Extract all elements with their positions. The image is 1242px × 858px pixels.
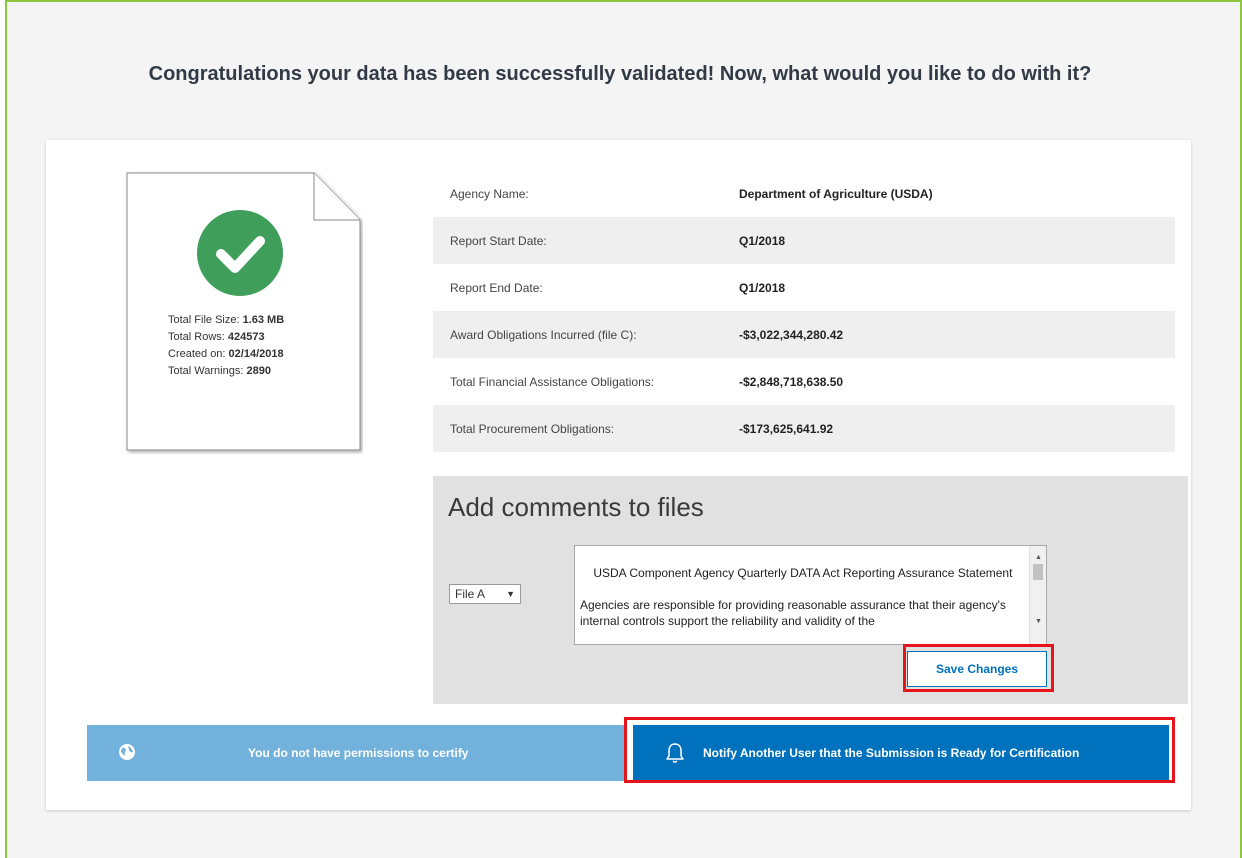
info-value: Q1/2018 (739, 280, 786, 295)
certify-label: You do not have permissions to certify (248, 746, 469, 760)
file-created: Created on: 02/14/2018 (168, 348, 284, 360)
certify-button: You do not have permissions to certify (87, 725, 627, 781)
save-changes-button[interactable]: Save Changes (907, 651, 1047, 687)
info-row-procurement: Total Procurement Obligations: -$173,625… (433, 405, 1175, 452)
comment-scrollbar[interactable]: ▲ ▼ (1029, 546, 1046, 644)
info-label: Report Start Date: (450, 233, 547, 248)
info-value: Department of Agriculture (USDA) (739, 186, 933, 201)
info-label: Total Procurement Obligations: (450, 421, 615, 436)
file-size: Total File Size: 1.63 MB (168, 314, 285, 326)
info-row-financial-assistance: Total Financial Assistance Obligations: … (433, 358, 1175, 405)
submission-info-table: Agency Name: Department of Agriculture (… (433, 170, 1175, 452)
info-value: -$3,022,344,280.42 (739, 327, 844, 342)
info-label: Report End Date: (450, 280, 543, 295)
info-value: Q1/2018 (739, 233, 786, 248)
success-check-icon (197, 210, 283, 296)
file-stats: Total File Size: 1.63 MB Total Rows: 424… (168, 312, 284, 380)
comment-textarea[interactable]: USDA Component Agency Quarterly DATA Act… (574, 545, 1047, 645)
comments-title: Add comments to files (448, 492, 704, 522)
notify-label: Notify Another User that the Submission … (703, 746, 1080, 760)
info-row-agency: Agency Name: Department of Agriculture (… (433, 170, 1175, 217)
scroll-down-icon[interactable]: ▼ (1035, 614, 1042, 630)
file-rows: Total Rows: 424573 (168, 331, 265, 343)
globe-icon (119, 744, 135, 760)
file-select[interactable]: File A ▼ (449, 584, 521, 604)
info-row-start-date: Report Start Date: Q1/2018 (433, 217, 1175, 264)
comment-text: USDA Component Agency Quarterly DATA Act… (580, 566, 1013, 628)
page-title: Congratulations your data has been succe… (148, 63, 1092, 85)
info-row-award-obligations: Award Obligations Incurred (file C): -$3… (433, 311, 1175, 358)
file-summary: Total File Size: 1.63 MB Total Rows: 424… (120, 170, 363, 454)
info-label: Total Financial Assistance Obligations: (450, 374, 655, 389)
comments-panel: Add comments to files File A ▼ USDA Comp… (433, 476, 1188, 704)
info-value: -$2,848,718,638.50 (739, 374, 844, 389)
info-row-end-date: Report End Date: Q1/2018 (433, 264, 1175, 311)
scroll-thumb[interactable] (1033, 564, 1043, 580)
bell-icon (666, 743, 684, 763)
chevron-down-icon: ▼ (506, 589, 515, 599)
info-label: Agency Name: (450, 186, 529, 201)
info-value: -$173,625,641.92 (739, 421, 834, 436)
notify-user-button[interactable]: Notify Another User that the Submission … (633, 725, 1169, 781)
info-label: Award Obligations Incurred (file C): (450, 327, 637, 342)
file-warnings: Total Warnings: 2890 (168, 365, 271, 377)
file-select-value: File A (455, 587, 486, 601)
